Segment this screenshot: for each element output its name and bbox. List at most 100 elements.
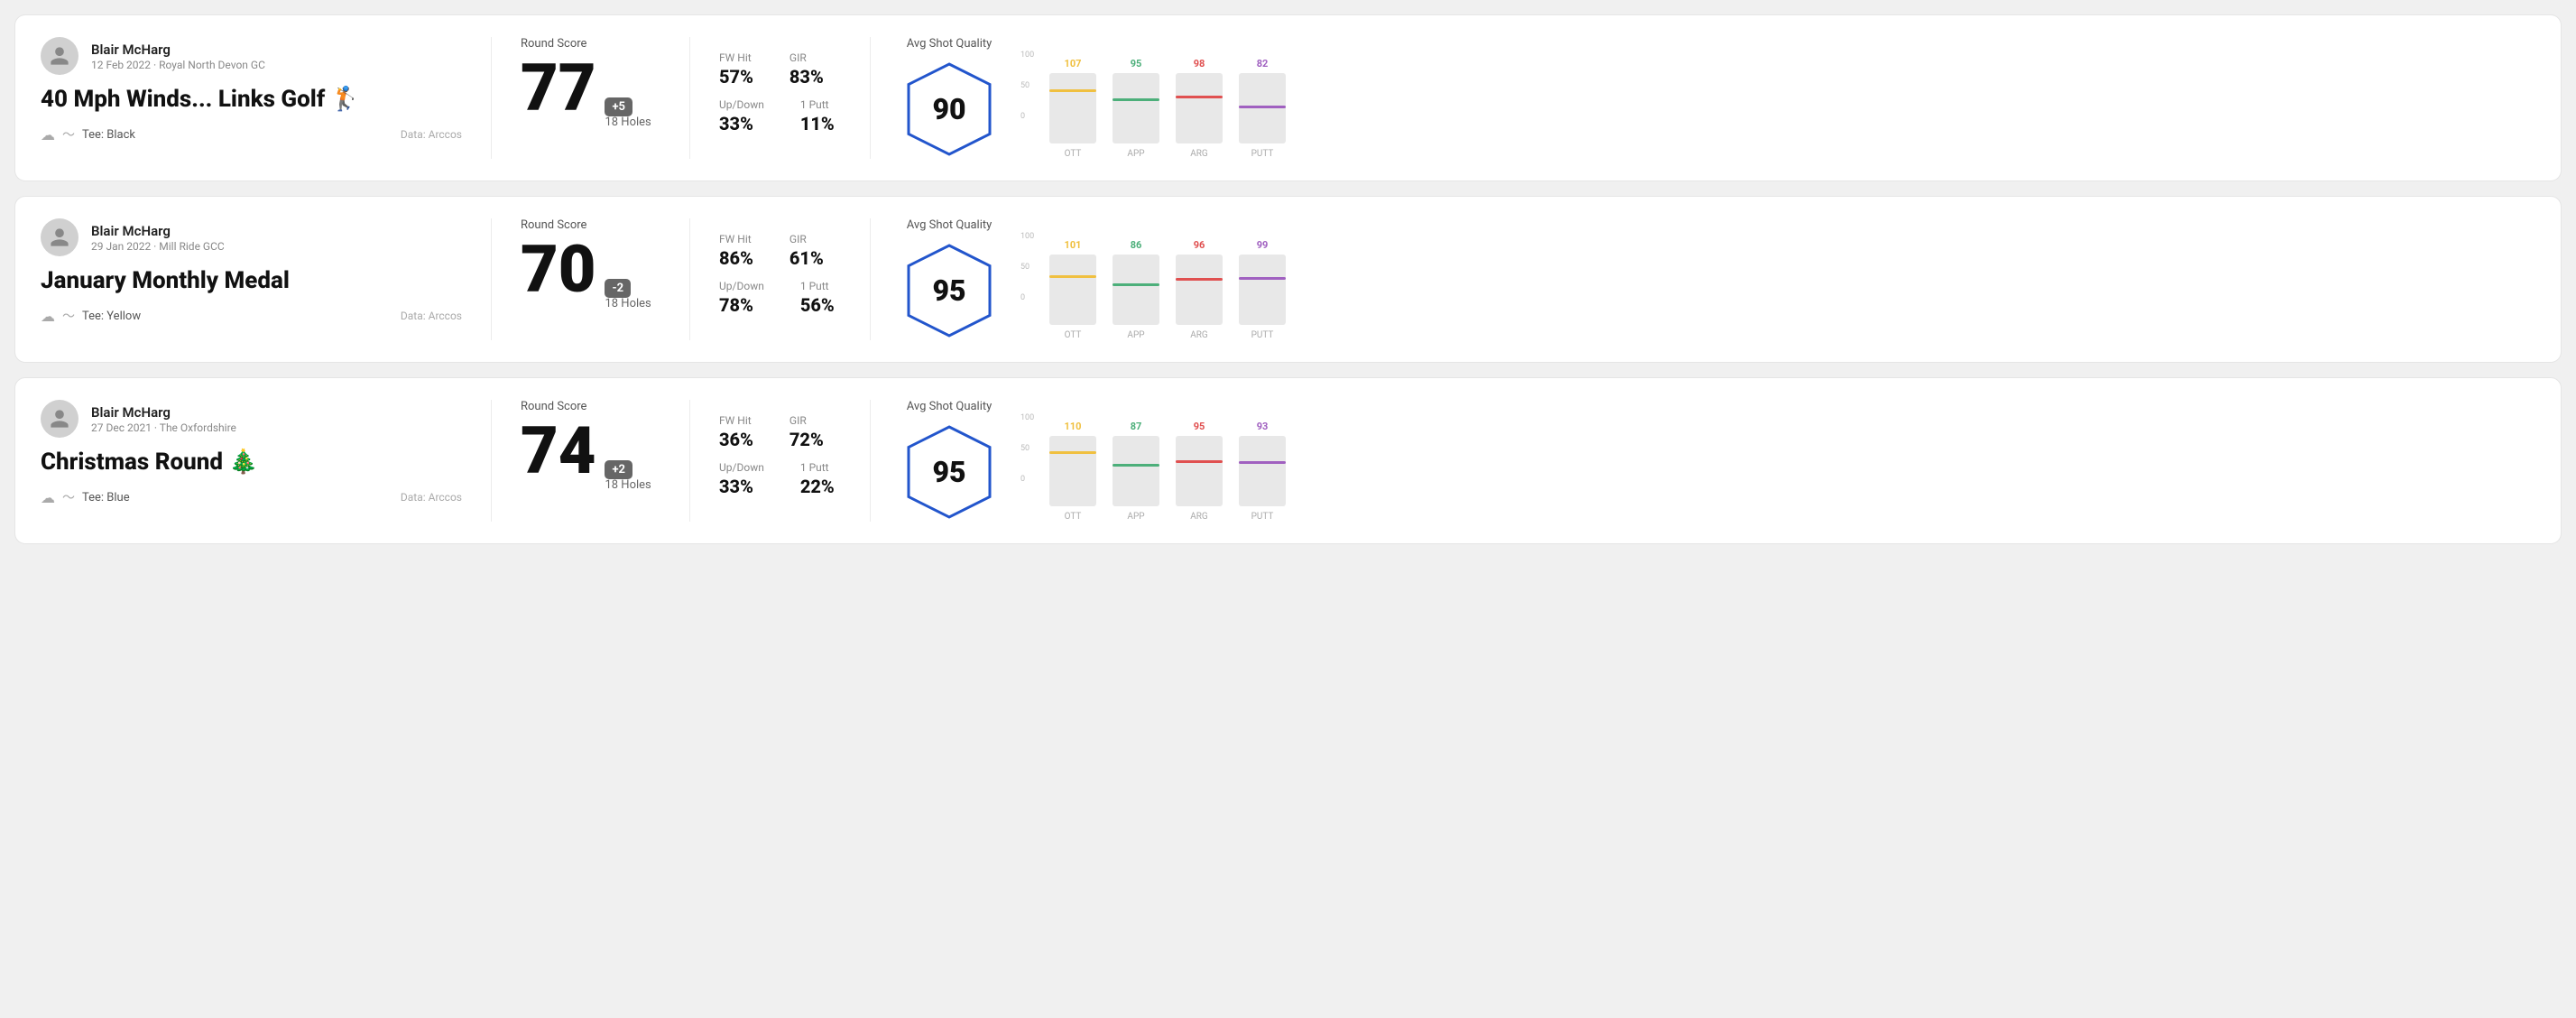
- score-section: Round Score74+218 Holes: [492, 400, 690, 522]
- stat-item: GIR 83%: [789, 51, 824, 88]
- bar-label: ARG: [1190, 512, 1208, 522]
- bar-wrapper: [1113, 436, 1159, 506]
- bar-wrapper: [1239, 73, 1286, 143]
- stats-row-top: FW Hit86%GIR61%: [719, 233, 841, 269]
- bar-wrapper: [1176, 255, 1223, 325]
- y-axis-label: 50: [1020, 263, 1034, 272]
- bar-column: 87APP: [1113, 421, 1159, 522]
- user-date: 12 Feb 2022 · Royal North Devon GC: [91, 59, 265, 71]
- user-date: 29 Jan 2022 · Mill Ride GCC: [91, 240, 225, 253]
- bar-column: 110OTT: [1049, 421, 1096, 522]
- bar-label: APP: [1127, 330, 1144, 340]
- quality-section: Avg Shot Quality 95100500110OTT87APP95AR…: [871, 400, 2535, 522]
- bar-line: [1239, 461, 1286, 464]
- quality-hexagon: 90: [900, 60, 999, 159]
- bar-line: [1113, 98, 1159, 101]
- quality-score: 90: [932, 92, 965, 126]
- stat-item: FW Hit57%: [719, 51, 753, 88]
- bar-value: 95: [1131, 58, 1142, 69]
- y-axis-label: 0: [1020, 293, 1034, 302]
- round-card: Blair McHarg12 Feb 2022 · Royal North De…: [14, 14, 2562, 181]
- bar-wrapper: [1239, 436, 1286, 506]
- bar-line: [1113, 464, 1159, 467]
- y-axis-labels: 100 50 0: [1020, 232, 1034, 302]
- score-main: 70 -218 Holes: [521, 237, 660, 310]
- bar-label: APP: [1127, 149, 1144, 159]
- score-badge: +5: [605, 97, 632, 116]
- stat-value: 33%: [719, 113, 764, 134]
- tee-label: Tee: Blue: [82, 491, 130, 504]
- stat-label: 1 Putt: [800, 98, 835, 111]
- score-number: 70: [521, 237, 596, 302]
- score-label: Round Score: [521, 400, 660, 413]
- user-name: Blair McHarg: [91, 42, 265, 58]
- y-axis-label: 0: [1020, 475, 1034, 484]
- bar-column: 98ARG: [1176, 58, 1223, 159]
- bar-line: [1239, 106, 1286, 108]
- user-name: Blair McHarg: [91, 223, 225, 239]
- user-date: 27 Dec 2021 · The Oxfordshire: [91, 421, 236, 434]
- stat-value: 72%: [789, 429, 824, 450]
- tee-label: Tee: Yellow: [82, 310, 141, 323]
- bar-value: 95: [1194, 421, 1205, 432]
- bar-wrapper: [1049, 255, 1096, 325]
- bar-label: ARG: [1190, 330, 1208, 340]
- holes-label: 18 Holes: [605, 297, 651, 310]
- stat-label: FW Hit: [719, 51, 753, 64]
- quality-score: 95: [932, 455, 965, 489]
- wind-icon: 〜: [62, 488, 75, 506]
- cloud-icon: ☁: [41, 308, 55, 325]
- bar-chart-container: 100500101OTT86APP96ARG99PUTT: [1020, 219, 2535, 340]
- stat-label: GIR: [789, 51, 824, 64]
- stat-value: 61%: [789, 247, 824, 269]
- stat-value: 22%: [800, 476, 835, 497]
- footer-row: ☁〜Tee: YellowData: Arccos: [41, 307, 462, 325]
- y-axis-label: 50: [1020, 444, 1034, 453]
- user-info: Blair McHarg27 Dec 2021 · The Oxfordshir…: [91, 404, 236, 434]
- stat-label: 1 Putt: [800, 280, 835, 292]
- round-title: 40 Mph Winds... Links Golf 🏌️: [41, 86, 462, 113]
- stat-label: FW Hit: [719, 414, 753, 427]
- stat-label: GIR: [789, 414, 824, 427]
- card-left-section: Blair McHarg29 Jan 2022 · Mill Ride GCC J…: [41, 218, 492, 340]
- holes-label: 18 Holes: [605, 478, 651, 492]
- stat-item: 1 Putt 11%: [800, 98, 835, 134]
- cloud-icon: ☁: [41, 126, 55, 143]
- y-axis-labels: 100500: [1020, 413, 1034, 484]
- bar-line: [1049, 451, 1096, 454]
- stat-value: 11%: [800, 113, 835, 134]
- quality-title: Avg Shot Quality: [907, 37, 993, 51]
- footer-row: ☁〜Tee: BlueData: Arccos: [41, 488, 462, 506]
- score-badge: -2: [605, 279, 631, 298]
- data-source-label: Data: Arccos: [401, 310, 462, 322]
- bar-value: 98: [1194, 58, 1205, 69]
- user-row: Blair McHarg29 Jan 2022 · Mill Ride GCC: [41, 218, 462, 256]
- round-title: January Monthly Medal: [41, 267, 462, 294]
- stat-value: 83%: [789, 66, 824, 88]
- bar-value: 86: [1131, 239, 1142, 251]
- stats-row-bottom: Up/Down33%1 Putt11%: [719, 98, 841, 134]
- bar-label: PUTT: [1251, 330, 1274, 340]
- score-badge-col: -218 Holes: [605, 278, 651, 310]
- bar-column: 99 PUTT: [1239, 239, 1286, 340]
- bar-line: [1049, 275, 1096, 278]
- footer-row: ☁〜Tee: BlackData: Arccos: [41, 125, 462, 143]
- quality-left: Avg Shot Quality 95: [900, 400, 999, 522]
- y-axis-label: 100: [1020, 232, 1034, 241]
- bar-label: PUTT: [1251, 149, 1274, 159]
- user-info: Blair McHarg29 Jan 2022 · Mill Ride GCC: [91, 223, 225, 253]
- score-label: Round Score: [521, 37, 660, 51]
- stat-item: Up/Down78%: [719, 280, 764, 316]
- avatar: [41, 37, 78, 75]
- holes-label: 18 Holes: [605, 116, 651, 129]
- quality-section: Avg Shot Quality 90100500107OTT95APP98AR…: [871, 37, 2535, 159]
- data-source-label: Data: Arccos: [401, 128, 462, 141]
- user-row: Blair McHarg27 Dec 2021 · The Oxfordshir…: [41, 400, 462, 438]
- bar-label: OTT: [1065, 330, 1082, 340]
- avatar: [41, 218, 78, 256]
- stat-label: Up/Down: [719, 461, 764, 474]
- score-main: 77+518 Holes: [521, 56, 660, 129]
- user-row: Blair McHarg12 Feb 2022 · Royal North De…: [41, 37, 462, 75]
- stats-row-top: FW Hit57% GIR 83%: [719, 51, 841, 88]
- bar-value: 99: [1257, 239, 1269, 251]
